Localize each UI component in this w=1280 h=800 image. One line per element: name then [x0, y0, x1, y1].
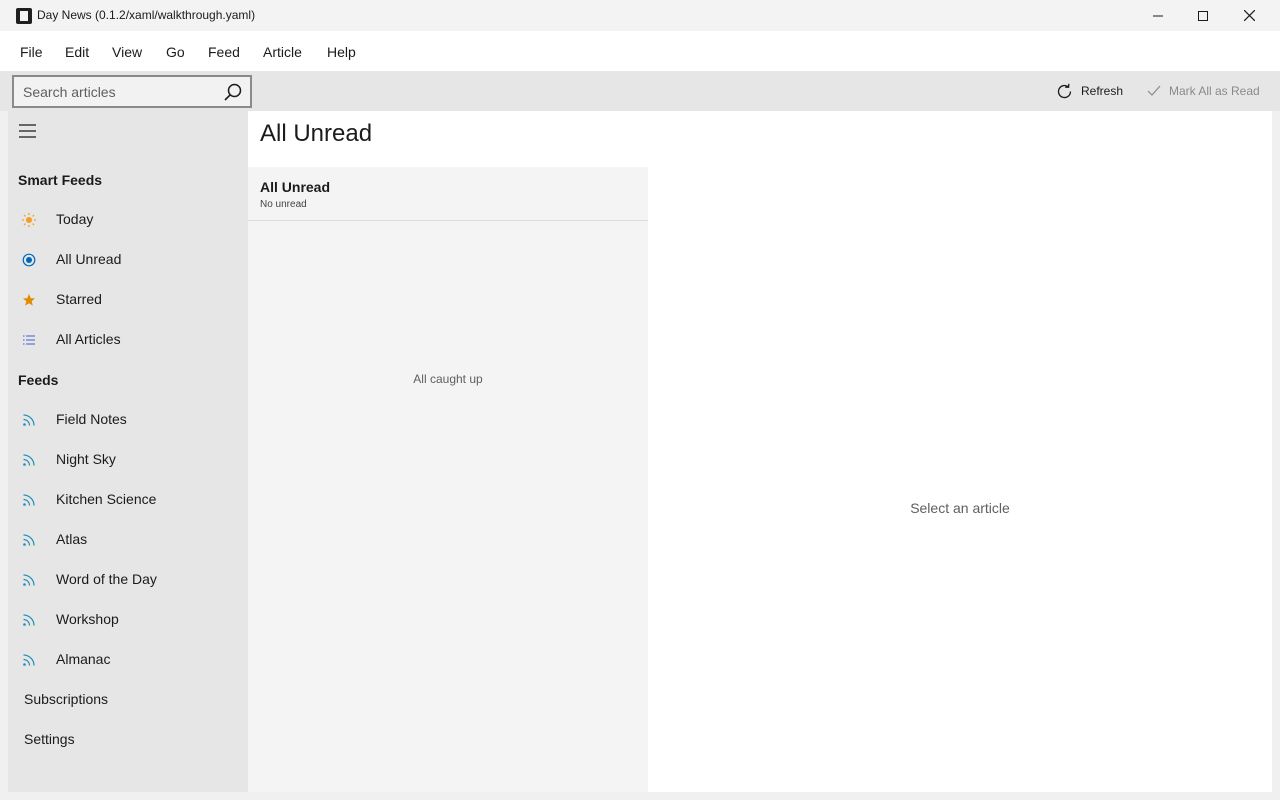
list-icon	[23, 335, 35, 345]
menu-view[interactable]: View	[112, 44, 142, 60]
sidebar-item-almanac[interactable]: Almanac	[8, 640, 248, 680]
mark-all-read-button[interactable]: Mark All as Read	[1147, 71, 1260, 111]
sidebar-item-label: Today	[56, 211, 94, 227]
unread-count-text: No unread	[260, 199, 307, 210]
sidebar-item-field-notes[interactable]: Field Notes	[8, 400, 248, 440]
sidebar-item-label: Field Notes	[56, 411, 127, 427]
sidebar-item-label: Starred	[56, 291, 102, 307]
sun-icon	[22, 213, 36, 227]
minimize-button[interactable]	[1135, 0, 1181, 31]
page-title: All Unread	[260, 120, 373, 147]
sidebar-item-label: Subscriptions	[24, 691, 109, 707]
article-list-pane: All Unread No unread All caught up	[248, 167, 648, 792]
article-reader-pane: Select an article	[648, 111, 1272, 792]
sidebar-item-subscriptions[interactable]: Subscriptions	[8, 680, 248, 720]
sidebar-item-starred[interactable]: Starred	[8, 280, 248, 320]
smart-feeds-heading: Smart Feeds	[18, 172, 103, 188]
title-bar: Day News (0.1.2/xaml/walkthrough.yaml)	[0, 0, 1280, 31]
checkmark-icon	[1147, 85, 1161, 96]
sidebar-item-all-unread[interactable]: All Unread	[8, 240, 248, 280]
menu-file[interactable]: File	[20, 44, 43, 60]
mark-all-read-label: Mark All as Read	[1169, 84, 1260, 98]
hamburger-menu-icon[interactable]	[18, 123, 38, 139]
rss-icon	[23, 454, 35, 466]
article-list-header: All Unread No unread	[248, 167, 648, 221]
sidebar-item-all-articles[interactable]: All Articles	[8, 320, 248, 360]
sidebar-item-label: Night Sky	[56, 451, 116, 467]
sidebar-item-word-of-the-day[interactable]: Word of the Day	[8, 560, 248, 600]
sidebar-item-kitchen-science[interactable]: Kitchen Science	[8, 480, 248, 520]
sidebar-item-label: Atlas	[56, 531, 88, 547]
sidebar-item-settings[interactable]: Settings	[8, 720, 248, 760]
toolbar: Refresh Mark All as Read	[0, 71, 1280, 111]
rss-icon	[23, 614, 35, 626]
article-list-title: All Unread	[260, 179, 331, 195]
sidebar-item-atlas[interactable]: Atlas	[8, 520, 248, 560]
star-icon	[23, 294, 35, 306]
radio-selected-icon	[22, 253, 36, 267]
sidebar-item-workshop[interactable]: Workshop	[8, 600, 248, 640]
rss-icon	[23, 574, 35, 586]
sidebar-item-label: All Articles	[56, 331, 121, 347]
sidebar-item-label: Word of the Day	[56, 571, 157, 587]
maximize-icon	[1198, 10, 1208, 21]
sidebar-item-label: Kitchen Science	[56, 491, 157, 507]
rss-icon	[23, 654, 35, 666]
search-icon[interactable]	[224, 83, 242, 101]
sidebar-item-label: Settings	[24, 731, 75, 747]
empty-list-message: All caught up	[413, 372, 483, 386]
search-box	[12, 75, 252, 108]
reader-empty-message: Select an article	[910, 500, 1010, 516]
menu-bar: File Edit View Go Feed Article Help	[0, 31, 1280, 71]
rss-icon	[23, 534, 35, 546]
menu-go[interactable]: Go	[166, 44, 185, 60]
sidebar: Smart Feeds Today All Unread Starred All…	[8, 111, 248, 792]
feeds-heading: Feeds	[18, 372, 59, 388]
menu-help[interactable]: Help	[327, 44, 356, 60]
close-icon	[1243, 10, 1255, 21]
search-input[interactable]	[23, 77, 213, 106]
refresh-icon	[1057, 83, 1072, 98]
rss-icon	[23, 494, 35, 506]
rss-icon	[23, 414, 35, 426]
menu-edit[interactable]: Edit	[65, 44, 89, 60]
sidebar-item-today[interactable]: Today	[8, 200, 248, 240]
window-title: Day News (0.1.2/xaml/walkthrough.yaml)	[37, 8, 256, 22]
refresh-button[interactable]: Refresh	[1056, 71, 1123, 111]
sidebar-item-night-sky[interactable]: Night Sky	[8, 440, 248, 480]
refresh-label: Refresh	[1081, 84, 1124, 98]
sidebar-item-label: Almanac	[56, 651, 111, 667]
app-icon	[16, 8, 32, 24]
menu-feed[interactable]: Feed	[208, 44, 240, 60]
menu-article[interactable]: Article	[263, 44, 302, 60]
close-button[interactable]	[1226, 0, 1272, 31]
sidebar-item-label: All Unread	[56, 251, 122, 267]
sidebar-item-label: Workshop	[56, 611, 119, 627]
maximize-button[interactable]	[1180, 0, 1226, 31]
minimize-icon	[1153, 15, 1163, 16]
